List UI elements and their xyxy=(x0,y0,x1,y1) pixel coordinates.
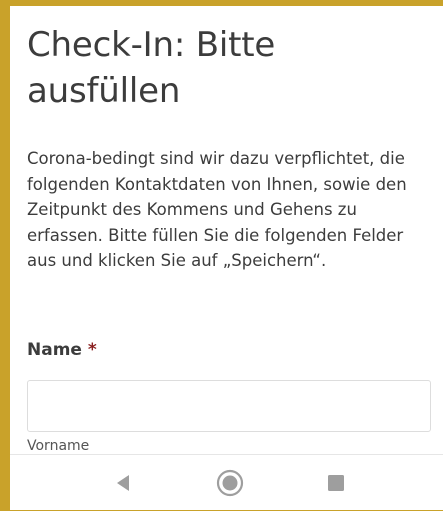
name-field-label: Name * xyxy=(27,340,97,360)
recent-apps-button[interactable] xyxy=(306,455,366,511)
required-marker: * xyxy=(87,340,97,360)
checkin-card: Check-In: Bitte ausfüllen Corona-bedingt… xyxy=(10,6,443,454)
back-button[interactable] xyxy=(94,455,154,511)
page-title: Check-In: Bitte ausfüllen xyxy=(27,25,276,111)
first-name-sublabel: Vorname xyxy=(27,438,90,454)
name-label-text: Name xyxy=(27,340,82,360)
first-name-input[interactable] xyxy=(27,380,431,432)
android-navigation-bar xyxy=(10,454,443,510)
left-accent-stripe xyxy=(0,0,10,510)
home-circle-icon xyxy=(216,469,244,497)
home-button[interactable] xyxy=(200,455,260,511)
intro-text: Corona-bedingt sind wir dazu verpflichte… xyxy=(27,149,407,270)
back-triangle-icon xyxy=(117,475,129,491)
recent-apps-square-icon xyxy=(328,475,344,491)
